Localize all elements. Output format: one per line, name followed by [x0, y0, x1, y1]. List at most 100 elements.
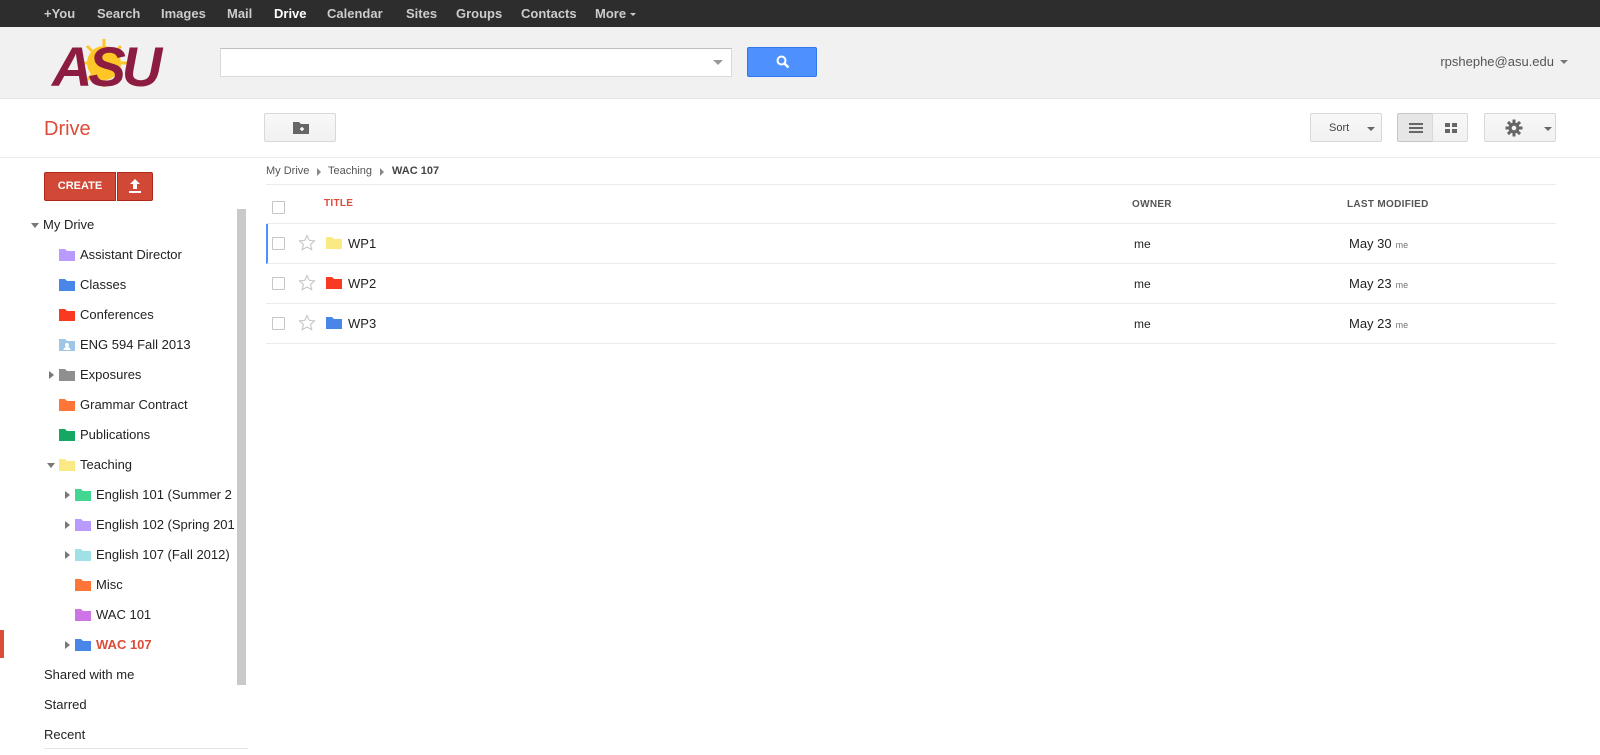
new-folder-button[interactable] [264, 113, 336, 142]
grid-view-icon [1445, 123, 1457, 133]
file-name[interactable]: WP3 [348, 316, 376, 331]
folder-icon [59, 399, 75, 411]
folder-icon [75, 639, 91, 651]
sidebar-item-misc[interactable]: Misc [96, 573, 123, 597]
file-owner: me [1134, 277, 1151, 291]
caret-down-icon [1544, 127, 1552, 131]
expand-arrow-icon[interactable] [65, 491, 70, 499]
gbar-item-you[interactable]: +You [44, 6, 75, 21]
gbar-item-contacts[interactable]: Contacts [521, 6, 577, 21]
modified-by: me [1395, 280, 1409, 290]
folder-icon [59, 279, 75, 291]
folder-icon [59, 309, 75, 321]
star-icon[interactable] [298, 274, 316, 292]
column-last-modified[interactable]: LAST MODIFIED [1347, 199, 1429, 210]
grid-view-button[interactable] [1432, 113, 1468, 142]
google-bar: +You Search Images Mail Drive Calendar S… [0, 0, 1600, 27]
account-email[interactable]: rpshephe@asu.edu [1440, 54, 1554, 69]
caret-down-icon [630, 13, 637, 17]
sidebar-item-recent[interactable]: Recent [44, 723, 85, 747]
row-checkbox[interactable] [272, 317, 285, 330]
breadcrumb-my-drive[interactable]: My Drive [266, 165, 309, 177]
sidebar-item-english-101[interactable]: English 101 (Summer 2 [96, 483, 232, 507]
breadcrumb-current: WAC 107 [392, 165, 440, 177]
expand-arrow-icon[interactable] [65, 551, 70, 559]
file-row-wp2[interactable]: WP2 me May 23 me [266, 264, 1556, 304]
sidebar-item-english-102[interactable]: English 102 (Spring 201 [96, 513, 235, 537]
search-options-icon[interactable] [713, 60, 723, 65]
gbar-item-sites[interactable]: Sites [406, 6, 437, 21]
folder-icon [326, 317, 342, 329]
sidebar-item-shared-with-me[interactable]: Shared with me [44, 663, 134, 687]
expand-arrow-icon[interactable] [65, 521, 70, 529]
upload-button[interactable] [117, 172, 153, 201]
file-owner: me [1134, 237, 1151, 251]
list-view-icon [1409, 123, 1423, 133]
sidebar-scrollbar[interactable] [237, 209, 246, 685]
modified-by: me [1395, 320, 1409, 330]
list-view-button[interactable] [1397, 113, 1433, 142]
collapse-arrow-icon[interactable] [47, 463, 55, 468]
row-checkbox[interactable] [272, 237, 285, 250]
sidebar-item-wac-107[interactable]: WAC 107 [96, 633, 152, 657]
row-checkbox[interactable] [272, 277, 285, 290]
sort-button[interactable]: Sort [1310, 113, 1382, 142]
file-row-wp3[interactable]: WP3 me May 23 me [266, 304, 1556, 344]
file-name[interactable]: WP1 [348, 236, 376, 251]
folder-icon [75, 489, 91, 501]
sidebar-item-exposures[interactable]: Exposures [80, 363, 141, 387]
file-modified: May 23 me [1349, 276, 1408, 291]
sidebar-item-wac-101[interactable]: WAC 101 [96, 603, 151, 627]
app-title[interactable]: Drive [44, 118, 91, 141]
sidebar-item-my-drive[interactable]: My Drive [43, 213, 94, 237]
file-name[interactable]: WP2 [348, 276, 376, 291]
shared-folder-icon [59, 339, 75, 351]
search-input[interactable] [220, 48, 732, 77]
modified-date: May 30 [1349, 236, 1392, 251]
gbar-item-groups[interactable]: Groups [456, 6, 502, 21]
gbar-item-mail[interactable]: Mail [227, 6, 252, 21]
sidebar-item-publications[interactable]: Publications [80, 423, 150, 447]
settings-button[interactable] [1484, 113, 1556, 142]
gbar-item-drive[interactable]: Drive [274, 6, 307, 21]
sort-label: Sort [1329, 122, 1350, 134]
selected-item-marker [0, 630, 4, 658]
sidebar-item-assistant-director[interactable]: Assistant Director [80, 243, 182, 267]
gbar-item-images[interactable]: Images [161, 6, 206, 21]
sidebar-item-teaching[interactable]: Teaching [80, 453, 132, 477]
folder-icon [326, 277, 342, 289]
sidebar-item-eng-594[interactable]: ENG 594 Fall 2013 [80, 333, 191, 357]
file-modified: May 30 me [1349, 236, 1408, 251]
folder-icon [326, 237, 342, 249]
expand-arrow-icon[interactable] [49, 371, 54, 379]
asu-logo[interactable]: ASU [50, 36, 180, 90]
sidebar-item-conferences[interactable]: Conferences [80, 303, 154, 327]
expand-arrow-icon[interactable] [65, 641, 70, 649]
header: ASU rpshephe@asu.edu [0, 27, 1600, 99]
folder-icon [59, 459, 75, 471]
gbar-item-search[interactable]: Search [97, 6, 140, 21]
star-icon[interactable] [298, 234, 316, 252]
folder-icon [75, 549, 91, 561]
logo-text: ASU [50, 36, 164, 90]
file-row-wp1[interactable]: WP1 me May 30 me [266, 224, 1556, 264]
sidebar-item-starred[interactable]: Starred [44, 693, 87, 717]
search-button[interactable] [747, 47, 817, 77]
select-all-checkbox[interactable] [272, 201, 285, 214]
breadcrumb-teaching[interactable]: Teaching [328, 165, 372, 177]
upload-icon [129, 179, 141, 193]
star-icon[interactable] [298, 314, 316, 332]
sidebar-item-english-107[interactable]: English 107 (Fall 2012) [96, 543, 230, 567]
create-button[interactable]: CREATE [44, 172, 116, 201]
column-title[interactable]: TITLE [324, 198, 353, 209]
column-owner[interactable]: OWNER [1132, 199, 1172, 210]
gbar-item-calendar[interactable]: Calendar [327, 6, 383, 21]
sidebar-divider [44, 748, 248, 749]
sidebar-item-grammar-contract[interactable]: Grammar Contract [80, 393, 188, 417]
account-caret-icon[interactable] [1560, 60, 1568, 64]
caret-down-icon [1367, 127, 1375, 131]
sidebar-item-classes[interactable]: Classes [80, 273, 126, 297]
gbar-item-more[interactable]: More [595, 6, 637, 21]
collapse-arrow-icon[interactable] [31, 223, 39, 228]
breadcrumb-separator-icon [317, 168, 321, 176]
